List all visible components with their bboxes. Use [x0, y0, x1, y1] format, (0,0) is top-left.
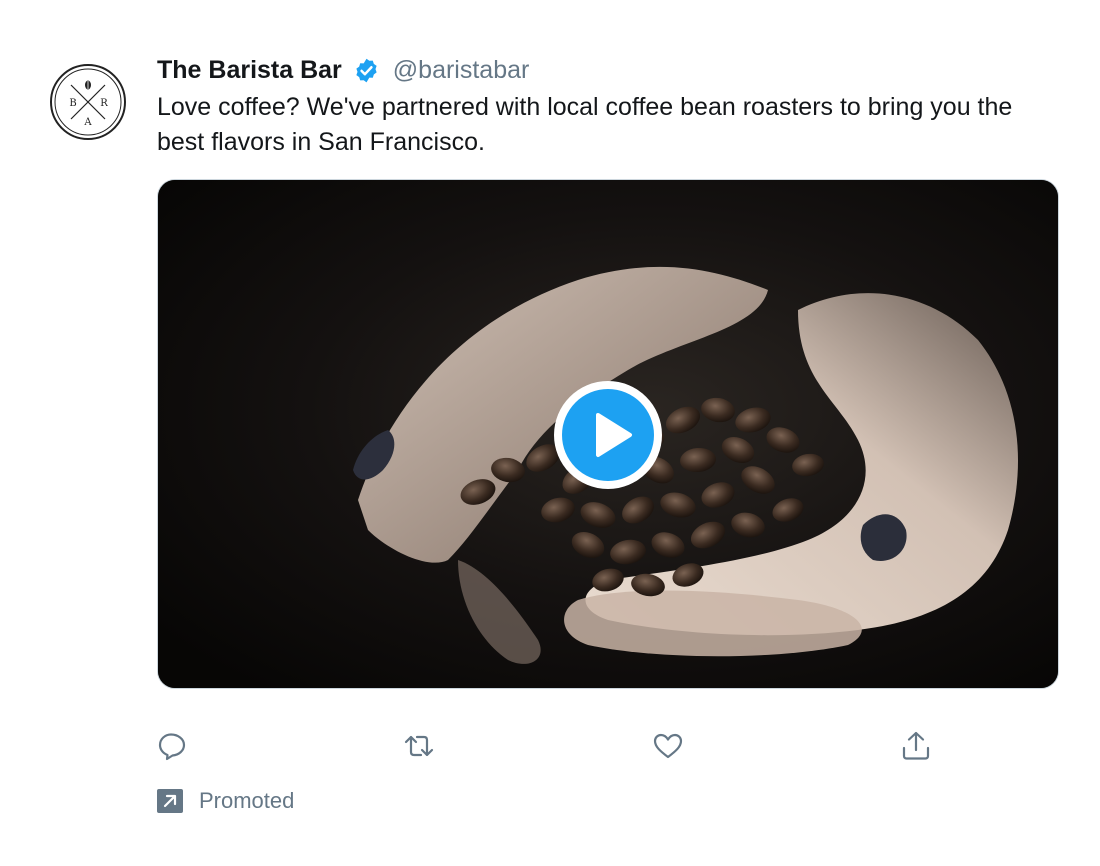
like-button[interactable]	[650, 728, 686, 764]
tweet-text: Love coffee? We've partnered with local …	[157, 93, 1013, 156]
promoted-label: Promoted	[199, 788, 295, 813]
tweet-header: The Barista Bar @baristabar	[157, 54, 529, 86]
share-icon	[902, 731, 930, 760]
video-media[interactable]	[157, 179, 1059, 689]
reply-button[interactable]	[155, 728, 191, 764]
heart-icon	[653, 733, 683, 759]
avatar[interactable]: B R A	[49, 63, 127, 141]
author-name[interactable]: The Barista Bar	[157, 56, 342, 85]
svg-text:B: B	[69, 98, 76, 109]
retweet-icon	[404, 735, 434, 757]
tweet-actions	[0, 728, 1100, 764]
retweet-button[interactable]	[401, 728, 437, 764]
verified-badge-icon	[353, 57, 380, 84]
author-handle[interactable]: @baristabar	[393, 56, 530, 85]
promoted-indicator: Promoted	[157, 787, 294, 815]
share-button[interactable]	[898, 728, 934, 764]
play-button[interactable]	[554, 381, 662, 489]
reply-icon	[158, 733, 186, 761]
svg-text:R: R	[100, 98, 108, 109]
play-icon	[596, 413, 632, 457]
svg-text:A: A	[83, 117, 92, 128]
promoted-arrow-icon	[157, 789, 183, 813]
barista-bar-logo-icon: B R A	[50, 64, 126, 140]
